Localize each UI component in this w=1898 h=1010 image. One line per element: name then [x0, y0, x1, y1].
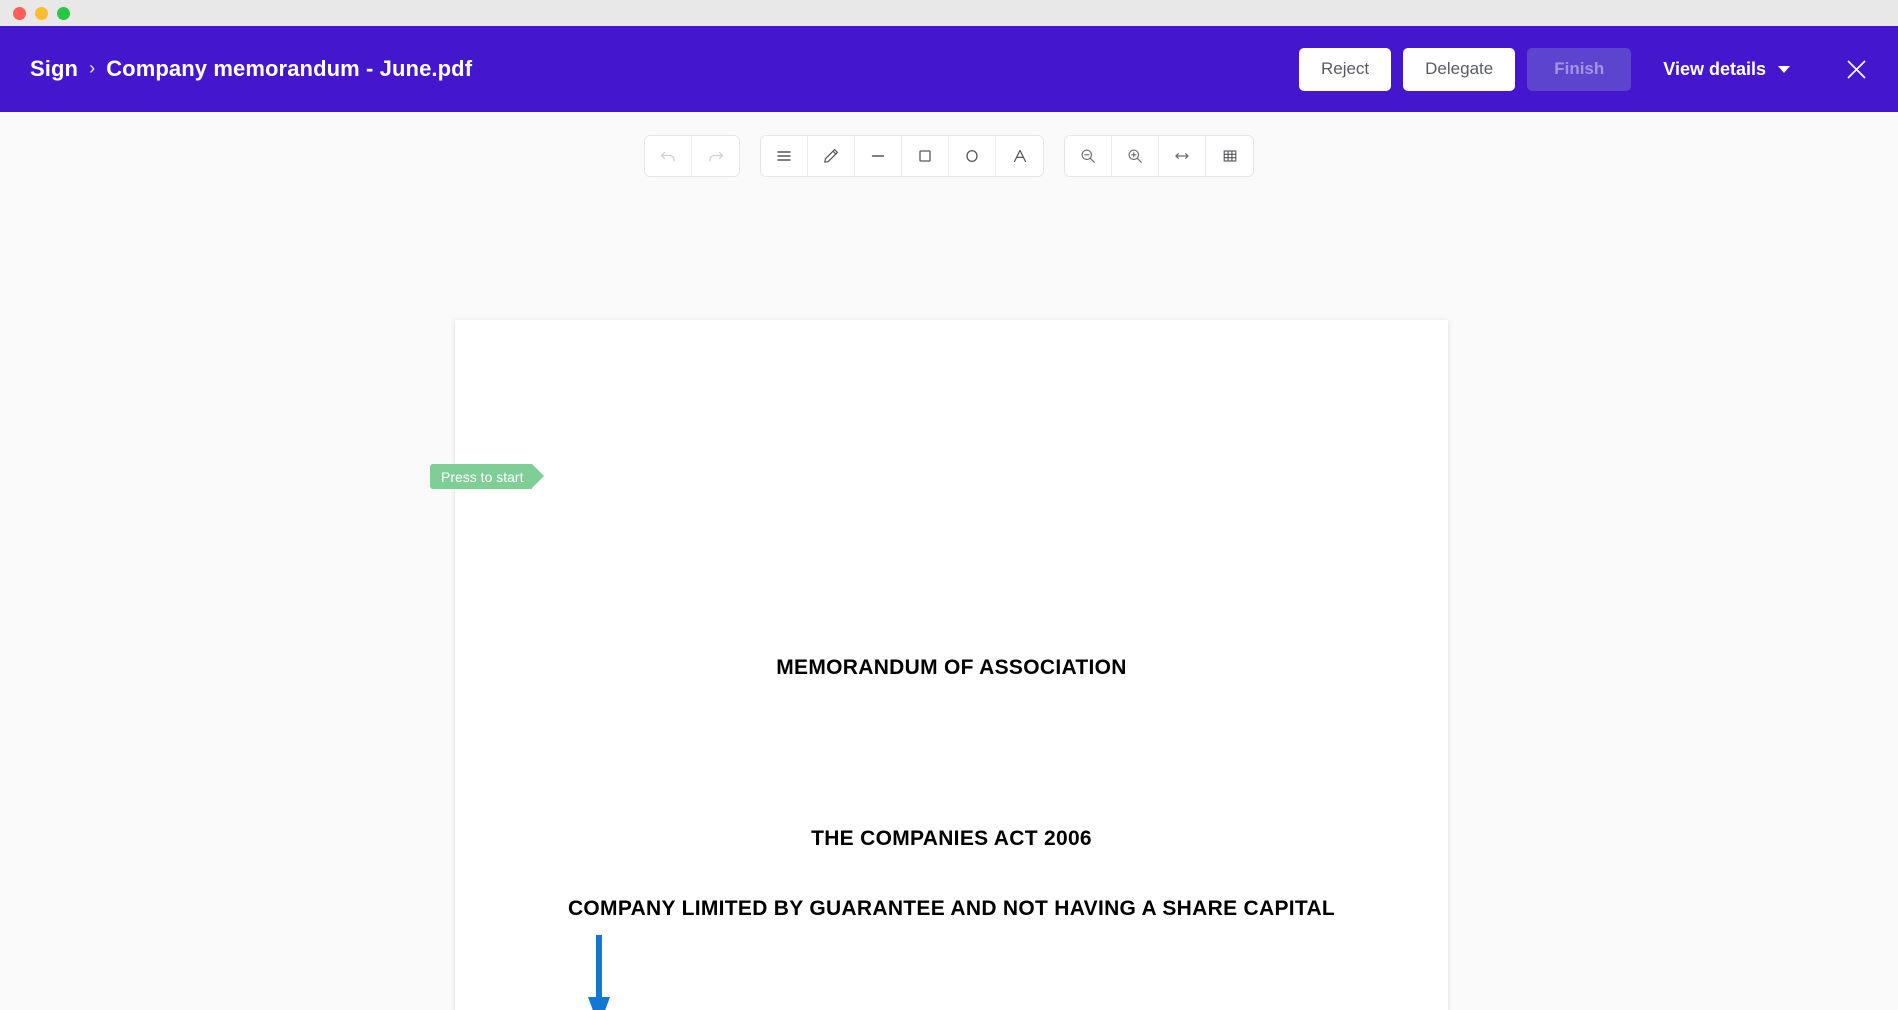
ellipse-button[interactable]: [949, 136, 996, 176]
arrow-head: [588, 997, 610, 1010]
app-header: Sign › Company memorandum - June.pdf Rej…: [0, 26, 1898, 112]
chevron-down-icon: [1778, 66, 1790, 73]
editor-workspace: MEMORANDUM OF ASSOCIATION THE COMPANIES …: [0, 112, 1898, 1010]
doc-heading-2: THE COMPANIES ACT 2006: [455, 827, 1448, 851]
breadcrumb: Sign › Company memorandum - June.pdf: [30, 56, 472, 82]
toolbar-group-annotate: [760, 135, 1044, 177]
pencil-icon: [822, 147, 840, 165]
chevron-right-icon: ›: [89, 58, 95, 79]
press-to-start-flag[interactable]: Press to start: [430, 464, 532, 489]
doc-heading-1: MEMORANDUM OF ASSOCIATION: [455, 656, 1448, 680]
view-details-dropdown[interactable]: View details: [1643, 59, 1804, 80]
zoom-in-button[interactable]: [1112, 136, 1159, 176]
header-actions: Reject Delegate Finish View details: [1299, 48, 1876, 91]
zoom-out-icon: [1079, 147, 1097, 165]
fit-width-icon: [1173, 147, 1191, 165]
toolbar-group-history: [644, 135, 740, 177]
window-zoom-button[interactable]: [57, 7, 70, 20]
document-page[interactable]: MEMORANDUM OF ASSOCIATION THE COMPANIES …: [455, 320, 1448, 1010]
breadcrumb-root-link[interactable]: Sign: [30, 56, 78, 82]
zoom-out-button[interactable]: [1065, 136, 1112, 176]
square-icon: [916, 147, 934, 165]
redo-icon: [707, 147, 725, 165]
press-to-start-label: Press to start: [441, 469, 523, 485]
page-grid-button[interactable]: [1206, 136, 1253, 176]
rectangle-button[interactable]: [902, 136, 949, 176]
menu-button[interactable]: [761, 136, 808, 176]
delegate-button[interactable]: Delegate: [1403, 48, 1515, 91]
draw-button[interactable]: [808, 136, 855, 176]
window-minimize-button[interactable]: [35, 7, 48, 20]
view-details-label: View details: [1663, 59, 1766, 80]
toolbar-group-view: [1064, 135, 1254, 177]
grid-icon: [1221, 147, 1239, 165]
circle-icon: [963, 147, 981, 165]
window-titlebar: [0, 0, 1898, 26]
text-button[interactable]: [996, 136, 1043, 176]
document-title: Company memorandum - June.pdf: [106, 56, 472, 82]
arrow-shaft: [596, 935, 602, 1001]
menu-lines-icon: [775, 147, 793, 165]
annotation-arrow-down-icon: [588, 935, 610, 1010]
line-button[interactable]: [855, 136, 902, 176]
reject-button[interactable]: Reject: [1299, 48, 1391, 91]
redo-button[interactable]: [692, 136, 739, 176]
line-icon: [869, 147, 887, 165]
zoom-in-icon: [1126, 147, 1144, 165]
editor-toolbar: [0, 112, 1898, 177]
close-icon: [1846, 59, 1867, 80]
doc-heading-3: COMPANY LIMITED BY GUARANTEE AND NOT HAV…: [455, 896, 1448, 921]
undo-icon: [659, 147, 677, 165]
finish-button[interactable]: Finish: [1527, 48, 1631, 91]
text-a-icon: [1011, 147, 1029, 165]
close-button[interactable]: [1836, 49, 1876, 89]
window-close-button[interactable]: [13, 7, 26, 20]
fit-width-button[interactable]: [1159, 136, 1206, 176]
undo-button[interactable]: [645, 136, 692, 176]
